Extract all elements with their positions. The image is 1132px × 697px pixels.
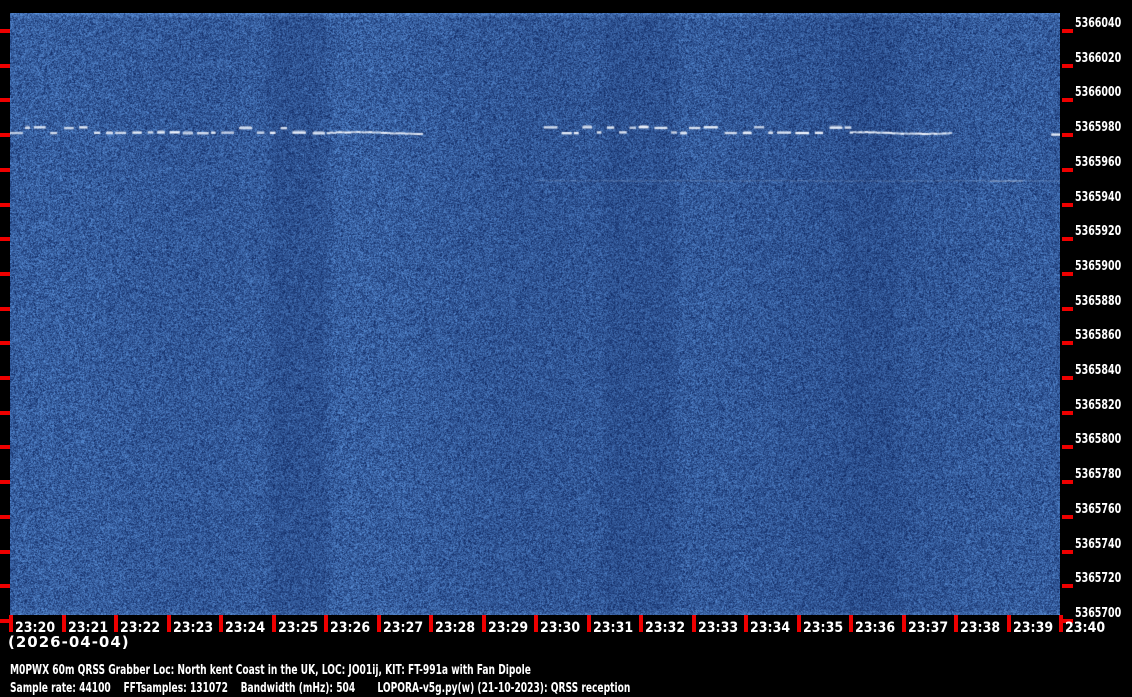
time-tick — [166, 615, 171, 632]
freq-tick-right — [1062, 202, 1073, 207]
freq-tick-left — [0, 63, 10, 68]
freq-tick-right — [1062, 63, 1073, 68]
time-label: 23:25 — [277, 620, 318, 636]
station-info-line: M0PWX 60m QRSS Grabber Loc: North kent C… — [10, 663, 531, 678]
freq-tick-left — [0, 133, 10, 138]
freq-label: 5365880 — [1075, 293, 1122, 309]
freq-label: 5366020 — [1075, 50, 1122, 66]
time-label: 23:35 — [802, 620, 843, 636]
freq-tick-right — [1062, 514, 1073, 519]
freq-label: 5365820 — [1075, 397, 1122, 413]
time-label: 23:39 — [1012, 620, 1053, 636]
time-label: 23:27 — [382, 620, 423, 636]
time-tick — [114, 615, 118, 632]
time-tick — [481, 615, 486, 632]
time-tick — [639, 615, 643, 632]
time-label: 23:28 — [435, 620, 476, 636]
freq-tick-left — [0, 584, 10, 589]
time-tick — [219, 615, 223, 632]
freq-label: 5365800 — [1075, 432, 1122, 448]
freq-tick-left — [0, 202, 10, 207]
time-label: 23:34 — [750, 620, 791, 636]
freq-tick-right — [1062, 237, 1073, 242]
freq-tick-left — [0, 167, 10, 172]
freq-label: 5365860 — [1075, 328, 1122, 344]
time-label: 23:26 — [330, 620, 371, 636]
freq-tick-left — [0, 306, 10, 311]
date-label: (2026-04-04) — [8, 633, 130, 651]
settings-info-line: Sample rate: 44100 FFTsamples: 131072 Ba… — [10, 681, 631, 696]
time-label: 23:24 — [225, 620, 266, 636]
time-tick — [429, 615, 433, 632]
freq-tick-right — [1062, 549, 1073, 554]
time-label: 23:38 — [960, 620, 1001, 636]
freq-tick-right — [1062, 167, 1073, 172]
time-tick — [849, 615, 853, 632]
time-label: 23:37 — [907, 620, 948, 636]
freq-label: 5365900 — [1075, 258, 1122, 274]
freq-label: 5365700 — [1075, 606, 1122, 621]
time-label: 23:23 — [172, 620, 213, 636]
time-tick — [954, 615, 958, 632]
freq-label: 5365760 — [1075, 501, 1122, 517]
time-label: 23:29 — [487, 620, 528, 636]
time-tick — [796, 615, 801, 632]
freq-tick-left — [0, 271, 10, 276]
freq-label: 5366040 — [1075, 16, 1122, 31]
time-tick — [534, 615, 538, 632]
freq-tick-right — [1062, 341, 1073, 346]
freq-tick-left — [0, 480, 10, 485]
freq-tick-left — [0, 341, 10, 346]
freq-tick-right — [1062, 271, 1073, 276]
freq-tick-right — [1062, 133, 1073, 138]
time-tick — [901, 615, 906, 632]
freq-tick-left — [0, 410, 10, 415]
freq-tick-left — [0, 514, 10, 519]
time-label: 23:31 — [592, 620, 633, 636]
time-tick — [1059, 615, 1063, 632]
freq-tick-left — [0, 29, 10, 33]
freq-tick-left — [0, 237, 10, 242]
freq-label: 5365940 — [1075, 189, 1122, 205]
spectrogram-canvas — [10, 13, 1060, 615]
freq-tick-left — [0, 445, 10, 450]
time-tick — [744, 615, 748, 632]
time-label: 23:40 — [1065, 620, 1106, 636]
freq-label: 5365740 — [1075, 536, 1122, 552]
qrss-grabber-window: 5366040 5366020 5366000 5365980 5365960 53659… — [0, 0, 1132, 697]
time-tick — [691, 615, 696, 632]
freq-tick-right — [1062, 29, 1073, 33]
freq-tick-right — [1062, 98, 1073, 103]
time-label: 23:32 — [645, 620, 686, 636]
freq-label: 5365720 — [1075, 571, 1122, 587]
freq-tick-right — [1062, 376, 1073, 381]
freq-tick-right — [1062, 306, 1073, 311]
time-tick — [1006, 615, 1011, 632]
freq-tick-right — [1062, 410, 1073, 415]
freq-tick-left — [0, 549, 10, 554]
freq-label: 5365980 — [1075, 120, 1122, 136]
freq-label: 5365960 — [1075, 154, 1122, 170]
time-label: 23:30 — [540, 620, 581, 636]
time-tick — [61, 615, 66, 632]
time-label: 23:36 — [855, 620, 896, 636]
freq-label: 5365840 — [1075, 363, 1122, 379]
freq-tick-right — [1062, 584, 1073, 589]
time-tick — [376, 615, 381, 632]
time-label: 23:33 — [697, 620, 738, 636]
time-tick — [586, 615, 591, 632]
time-tick — [9, 615, 13, 632]
freq-tick-left — [0, 98, 10, 103]
freq-label: 5365780 — [1075, 467, 1122, 483]
time-tick — [271, 615, 276, 632]
freq-tick-right — [1062, 445, 1073, 450]
freq-label: 5365920 — [1075, 224, 1122, 240]
freq-tick-left — [0, 376, 10, 381]
freq-label: 5366000 — [1075, 85, 1122, 101]
freq-tick-right — [1062, 480, 1073, 485]
time-tick — [324, 615, 328, 632]
